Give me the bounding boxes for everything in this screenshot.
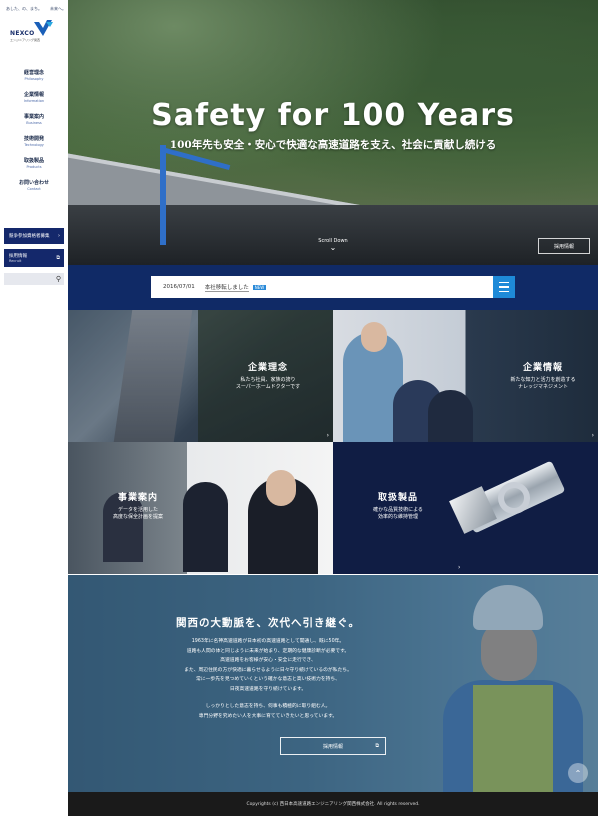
chevron-right-icon: › xyxy=(326,432,329,439)
chevron-up-icon: ⌃ xyxy=(574,768,582,778)
bid-qualification-button[interactable]: 競争参加資格者募集 › xyxy=(4,228,64,244)
nav-item-products[interactable]: 取扱製品 Products xyxy=(0,158,68,170)
staff-photo xyxy=(266,470,296,506)
promo-line: また、周辺住民の方が快適に暮らせるように日々守り続けているのが私たち。 xyxy=(184,667,352,673)
hero-crane-image xyxy=(160,145,166,245)
nav-item-technology[interactable]: 技術開発 Technology xyxy=(0,136,68,148)
news-list-button[interactable] xyxy=(493,276,515,298)
staff-photo xyxy=(361,322,387,352)
staff-photo xyxy=(428,390,473,442)
copyright-text: Copyrights (c) 西日本高速道路エンジニアリング関西株式会社. Al… xyxy=(246,802,420,807)
nav-label-jp: 事業案内 xyxy=(23,114,44,120)
tile-desc-1: 確かな品質技術による xyxy=(373,507,423,513)
nav-item-information[interactable]: 企業情報 Information xyxy=(0,92,68,104)
news-bar: 2016/07/01 本社移転しました NEW xyxy=(68,265,598,310)
logo-subtitle: エンジニアリング関西 xyxy=(10,38,41,42)
nav-label-en: Contact xyxy=(27,187,41,191)
logo-mark-icon xyxy=(34,20,53,36)
hero-subtitle: 100年先も安全・安心で快適な高速道路を支え、社会に貢献し続ける xyxy=(169,139,497,151)
search-icon[interactable]: ⚲ xyxy=(56,275,61,283)
tile-caption: 企業情報 新たな知力と活力を創造する ナレッジマネジメント xyxy=(493,360,593,391)
tile-caption: 企業理念 私たち社員、家族の誇り スーパーホームドクターです xyxy=(218,360,318,391)
promo-line: 道路も人間の体と同じように未来が始まり、定期的な健康診断が必要です。 xyxy=(186,648,350,654)
promo-button-label: 採用情報 xyxy=(322,743,343,750)
nav-label-jp: 取扱製品 xyxy=(23,158,44,164)
promo-line: 高速道路をお客様が安心・安全に走行でき、 xyxy=(220,658,316,663)
tile-desc-2: ナレッジマネジメント xyxy=(517,384,568,390)
new-badge: NEW xyxy=(252,284,267,290)
bid-button-label: 競争参加資格者募集 xyxy=(9,234,50,239)
nav-label-en: Philosophy xyxy=(24,77,44,81)
tile-title: 取扱製品 xyxy=(377,493,418,503)
staff-photo xyxy=(183,482,228,572)
promo-line: 1963年に名神高速道路が日本初の高速道路として開通し、既に50年。 xyxy=(191,639,345,644)
promo-line: 常に一歩先を見つめていくという確かな意志と高い技術力を持ち、 xyxy=(196,677,340,682)
list-icon xyxy=(499,286,509,288)
footer: Copyrights (c) 西日本高速道路エンジニアリング関西株式会社. Al… xyxy=(68,792,598,816)
promo-line: 専門分野を究めたい人を大事に育てていきたいと思っています。 xyxy=(198,713,338,719)
promo-body: 1963年に名神高速道路が日本初の高速道路として開通し、既に50年。 道路も人間… xyxy=(158,637,378,721)
brand-tagline: あした、の、まち。 未来へ。 xyxy=(6,6,66,11)
tile-title: 企業理念 xyxy=(247,363,288,373)
tile-title: 事業案内 xyxy=(117,493,158,503)
external-link-icon: ⧉ xyxy=(375,743,379,749)
tile-desc-2: スーパーホームドクターです xyxy=(235,384,301,390)
tile-caption: 事業案内 データを活用した 高度な保全計画を提案 xyxy=(88,490,188,521)
tile-products[interactable]: 取扱製品 確かな品質技術による 効率的な維持管理 › xyxy=(333,442,598,574)
recruit-promo: 関西の大動脈を、次代へ引き継ぐ。 1963年に名神高速道路が日本初の高速道路とし… xyxy=(68,575,598,792)
nav-label-en: Information xyxy=(23,99,45,103)
chevron-right-icon: › xyxy=(591,432,594,439)
nav-label-en: Business xyxy=(26,121,42,125)
hero-bridge-image xyxy=(68,205,598,265)
tile-philosophy[interactable]: 企業理念 私たち社員、家族の誇り スーパーホームドクターです › xyxy=(68,310,333,442)
hero-recruit-button[interactable]: 採用情報 xyxy=(538,238,590,254)
back-to-top-button[interactable]: ⌃ xyxy=(568,763,588,783)
news-title-link[interactable]: 本社移転しました xyxy=(204,283,249,292)
tile-desc-1: データを活用した xyxy=(117,507,158,513)
promo-title: 関西の大動脈を、次代へ引き継ぐ。 xyxy=(176,617,360,629)
list-icon xyxy=(499,281,509,284)
nav-label-en: Products xyxy=(26,165,42,169)
tile-caption: 取扱製品 確かな品質技術による 効率的な維持管理 xyxy=(343,490,453,521)
tile-desc-2: 効率的な維持管理 xyxy=(377,514,418,520)
nav-item-business[interactable]: 事業案内 Business xyxy=(0,114,68,126)
nav-label-jp: 技術開発 xyxy=(23,136,44,142)
promo-line: しっかりとした意志を持ち、何事も積極的に取り組む人。 xyxy=(205,704,331,709)
promo-recruit-button[interactable]: 採用情報 ⧉ xyxy=(280,737,386,755)
tile-desc-1: 私たち社員、家族の誇り xyxy=(240,377,296,383)
hero-recruit-label: 採用情報 xyxy=(553,243,574,250)
feature-grid: 企業理念 私たち社員、家族の誇り スーパーホームドクターです › 企業情報 新た… xyxy=(68,310,598,575)
company-logo[interactable]: NEXCO エンジニアリング関西 xyxy=(8,18,56,46)
chevron-right-icon: › xyxy=(458,564,461,571)
tile-desc-1: 新たな知力と活力を創造する xyxy=(510,377,576,383)
external-link-icon: ⧉ xyxy=(56,255,60,261)
nav-label-jp: 経営理念 xyxy=(23,70,44,76)
nav-item-philosophy[interactable]: 経営理念 Philosophy xyxy=(0,70,68,82)
nav-item-contact[interactable]: お問い合わせ Contact xyxy=(0,180,68,192)
search-input[interactable]: ⚲ xyxy=(4,273,64,285)
nav-label-jp: お問い合わせ xyxy=(18,180,49,186)
nav-label-jp: 企業情報 xyxy=(23,92,44,98)
hero-title: Safety for 100 Years xyxy=(151,98,515,133)
chevron-right-icon: › xyxy=(58,233,60,239)
tile-information[interactable]: 企業情報 新たな知力と活力を創造する ナレッジマネジメント › xyxy=(333,310,598,442)
nav-label-en: Technology xyxy=(24,143,44,147)
news-item[interactable]: 2016/07/01 本社移転しました NEW xyxy=(151,276,493,298)
sidebar: あした、の、まち。 未来へ。 NEXCO エンジニアリング関西 経営理念 Phi… xyxy=(0,0,68,816)
promo-line: 日夜高速道路を守り続けています。 xyxy=(229,686,307,692)
recruit-button-en: Recruit xyxy=(9,259,22,263)
tile-title: 企業情報 xyxy=(522,363,563,373)
chevron-down-icon: ⌄ xyxy=(329,243,337,252)
list-icon xyxy=(499,290,509,293)
hero-banner: Safety for 100 Years 100年先も安全・安心で快適な高速道路… xyxy=(68,0,598,265)
logo-wordmark: NEXCO xyxy=(10,30,35,37)
tile-desc-2: 高度な保全計画を提案 xyxy=(112,514,163,520)
scroll-down-link[interactable]: Scroll Down ⌄ xyxy=(313,238,353,252)
main-nav: 経営理念 Philosophy 企業情報 Information 事業案内 Bu… xyxy=(0,70,68,202)
news-date: 2016/07/01 xyxy=(163,284,195,290)
tile-business[interactable]: 事業案内 データを活用した 高度な保全計画を提案 xyxy=(68,442,333,574)
sidebar-recruit-button[interactable]: 採用情報 Recruit ⧉ xyxy=(4,249,64,267)
